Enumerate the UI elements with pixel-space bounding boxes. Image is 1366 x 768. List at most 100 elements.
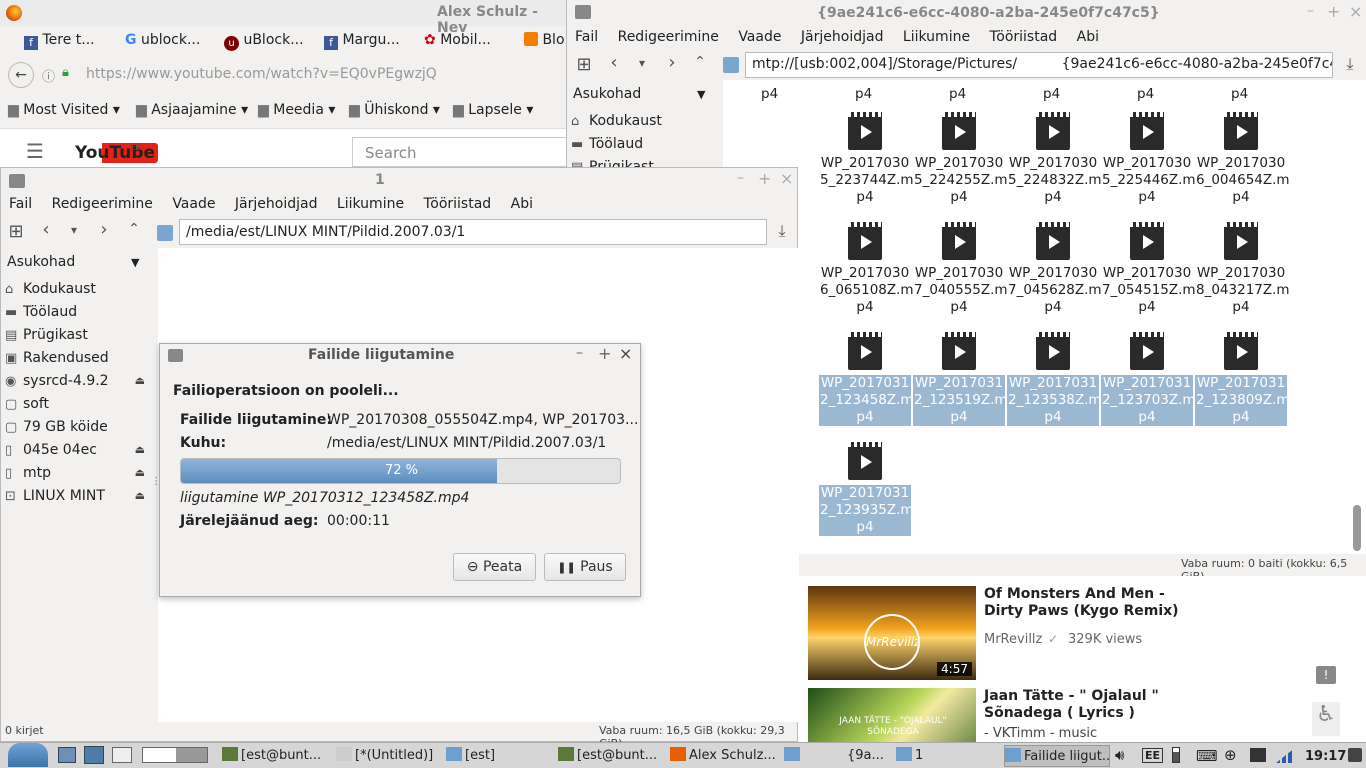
video-channel[interactable]: - VKTimm - music [984,726,1097,741]
video-thumbnail[interactable]: JAAN TÄTTE - "OJALAUL" SÕNADEGA [808,688,976,744]
taskbar-item[interactable]: [est@bunt... [558,745,668,767]
show-desktop-icon[interactable] [58,747,76,763]
up-icon[interactable]: ⌃ [689,54,711,70]
workspace-switcher-icon[interactable] [84,746,104,764]
menu-icon[interactable]: ☰ [26,139,44,163]
sidebar-item[interactable]: ▯ 045e 04ec ⏏ [5,439,153,461]
file-item[interactable]: WP_2017030 5_224832Z.m p4 [1007,112,1102,222]
window-list-icon[interactable] [112,747,132,763]
eject-icon[interactable]: ⏏ [135,485,145,507]
sidebar-item[interactable]: ▢ soft [5,393,153,415]
file-item[interactable]: WP_2017031 2_123538Z.m p4 [1007,332,1102,442]
menu-tooriistad[interactable]: Tööriistad [424,196,492,212]
menu-abi[interactable]: Abi [1077,29,1099,45]
download-icon[interactable]: ⤓ [1339,54,1361,74]
menu-abi[interactable]: Abi [511,196,533,212]
sidebar-item[interactable]: ⊡ LINUX MINT ⏏ [5,485,153,507]
video-title[interactable]: Of Monsters And Men - Dirty Paws (Kygo R… [984,586,1184,620]
bookmark-meedia[interactable]: ▆ Meedia ▾ [258,102,335,118]
file-name-partial[interactable]: p4 [949,86,966,102]
pause-button[interactable]: ❚❚ Paus [544,553,626,581]
eject-icon[interactable]: ⏏ [135,439,145,461]
tab-3[interactable]: u uBlock... [224,32,304,51]
close-icon[interactable]: × [1349,2,1362,21]
sidebar-item[interactable]: ▯ mtp ⏏ [5,462,153,484]
sidebar-item[interactable]: ▬ Töölaud [5,301,153,323]
file-item[interactable]: WP_2017030 8_043217Z.m p4 [1195,222,1290,332]
taskbar-item[interactable]: 1 [896,745,1000,767]
accessibility-icon[interactable]: ♿︎ [1312,702,1340,736]
logout-icon[interactable] [1348,748,1362,762]
taskbar-item[interactable]: Failide liigut... [1004,745,1110,767]
bookmark-most-visited[interactable]: ▆ Most Visited ▾ [8,102,120,118]
video-thumbnail[interactable]: MrRevillz 4:57 [808,586,976,680]
maximize-icon[interactable]: + [598,344,611,363]
file-item[interactable]: WP_2017030 6_004654Z.m p4 [1195,112,1290,222]
chevron-down-icon[interactable]: ▼ [697,88,705,101]
back-icon[interactable]: ‹ [603,52,625,73]
bookmark-uhiskond[interactable]: ▆ Ühiskond ▾ [349,102,440,118]
menu-redigeerimine[interactable]: Redigeerimine [52,196,153,212]
file-item[interactable]: WP_2017031 2_123935Z.m p4 [819,442,914,552]
forward-icon[interactable]: › [661,52,683,73]
feedback-icon[interactable]: ! [1316,666,1336,684]
file-item[interactable]: WP_2017031 2_123703Z.m p4 [1101,332,1196,442]
taskbar-item[interactable]: [est] [446,745,556,767]
maximize-icon[interactable]: + [1327,2,1340,21]
keyboard-icon[interactable]: ⌨︎ [1196,747,1218,765]
menu-vaade[interactable]: Vaade [172,196,215,212]
file-name-partial[interactable]: p4 [1231,86,1248,102]
menu-fail[interactable]: Fail [9,196,32,212]
tab-5[interactable]: ✿ Mobil... [424,32,491,48]
menu-liikumine[interactable]: Liikumine [903,29,970,45]
minimize-icon[interactable]: – [737,170,744,186]
sidebar-item[interactable]: ⌂ Kodukaust [5,278,153,300]
start-menu-icon[interactable] [8,743,48,767]
taskbar-item[interactable]: [est@bunt... [222,745,326,767]
sidebar-header[interactable]: Asukohad [573,86,641,102]
maximize-icon[interactable]: + [758,169,771,188]
file-item[interactable]: WP_2017030 7_040555Z.m p4 [913,222,1008,332]
taskbar-item[interactable]: Alex Schulz... [670,745,780,767]
menu-liikumine[interactable]: Liikumine [337,196,404,212]
sidebar-item[interactable]: ▣ Rakendused [5,347,153,369]
minimize-icon[interactable]: – [576,345,583,361]
menu-redigeerimine[interactable]: Redigeerimine [618,29,719,45]
file-item[interactable]: WP_2017031 2_123519Z.m p4 [913,332,1008,442]
history-dropdown-icon[interactable]: ▾ [631,56,653,70]
file-item[interactable]: WP_2017030 5_225446Z.m p4 [1101,112,1196,222]
path-input[interactable]: /media/est/LINUX MINT/Pildid.2007.03/1 [179,219,767,245]
file-item[interactable]: WP_2017030 7_054515Z.m p4 [1101,222,1196,332]
close-icon[interactable]: × [780,169,793,188]
path-bar[interactable]: mtp://[usb:002,004]/Storage/Pictures/ {9… [745,52,1333,78]
tab-1[interactable]: f Tere t... [24,32,95,50]
bookmark-lapsele[interactable]: ▆ Lapsele ▾ [453,102,533,118]
file-item[interactable]: WP_2017030 5_224255Z.m p4 [913,112,1008,222]
menu-jarjehoidjad[interactable]: Järjehoidjad [801,29,884,45]
path-segment[interactable]: {9ae241c6-e6cc-4080-a2ba-245e0f7c47c5} [1062,56,1332,72]
close-icon[interactable]: × [619,344,632,363]
video-channel[interactable]: MrRevillz [984,632,1042,647]
forward-icon[interactable]: › [93,219,115,240]
file-name-partial[interactable]: p4 [855,86,872,102]
scrollbar[interactable] [1353,505,1361,551]
sidebar-item-toolaud[interactable]: ▬ Töölaud [571,133,643,155]
related-video-2[interactable]: JAAN TÄTTE - "OJALAUL" SÕNADEGA Jaan Tät… [808,688,1208,744]
taskbar-item[interactable]: [*(Untitled)] [336,745,442,767]
back-icon[interactable]: ‹ [35,219,57,240]
sidebar-item[interactable]: ▤ Prügikast [5,324,153,346]
info-icon[interactable]: ⓘ [42,66,55,85]
tab-6[interactable]: Blo [524,32,565,48]
history-dropdown-icon[interactable]: ▾ [63,223,85,237]
stop-button[interactable]: ⊖ Peata [453,553,536,581]
volume-icon[interactable]: 🔊︎ [1115,746,1124,764]
file-name-partial[interactable]: p4 [1043,86,1060,102]
sidebar-item-kodukaust[interactable]: ⌂ Kodukaust [571,110,662,132]
sidebar-header[interactable]: Asukohad [7,254,75,270]
sidebar-item[interactable]: ▢ 79 GB köide [5,416,153,438]
chevron-down-icon[interactable]: ▼ [131,256,139,269]
menu-fail[interactable]: Fail [575,29,598,45]
file-item[interactable]: WP_2017031 2_123809Z.m p4 [1195,332,1290,442]
notes-icon[interactable] [1250,748,1266,762]
clock[interactable]: 19:17 [1305,749,1346,764]
